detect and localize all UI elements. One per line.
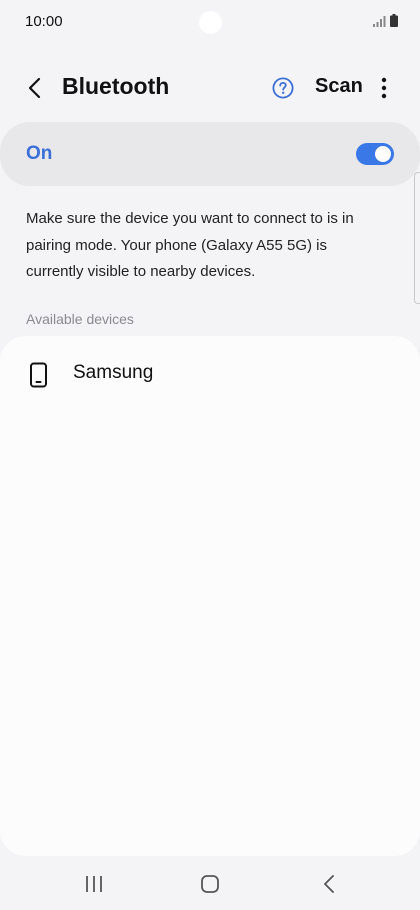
- signal-icon: [373, 16, 386, 27]
- device-name: Samsung: [73, 362, 154, 383]
- recent-apps-button[interactable]: [74, 870, 114, 898]
- more-options-icon: [381, 77, 387, 99]
- back-arrow-icon: [28, 77, 41, 99]
- available-devices-header: Available devices: [26, 311, 134, 327]
- navigation-bar: [0, 856, 420, 910]
- switch-knob: [375, 146, 391, 162]
- more-options-button[interactable]: [374, 74, 394, 102]
- scrollbar[interactable]: [414, 172, 420, 304]
- help-icon: [272, 77, 294, 99]
- camera-cutout: [199, 11, 222, 34]
- back-button[interactable]: [20, 74, 48, 102]
- pairing-info-text: Make sure the device you want to connect…: [26, 210, 354, 280]
- status-time: 10:00: [25, 13, 63, 30]
- status-bar: 10:00: [0, 0, 420, 44]
- device-item-samsung[interactable]: Samsung: [0, 346, 420, 402]
- nav-back-icon: [324, 875, 334, 893]
- recent-apps-icon: [86, 876, 102, 892]
- nav-back-button[interactable]: [309, 870, 349, 898]
- bluetooth-switch[interactable]: [356, 143, 394, 165]
- help-button[interactable]: [272, 77, 294, 99]
- home-button[interactable]: [190, 870, 230, 898]
- bluetooth-toggle-card[interactable]: On: [0, 122, 420, 186]
- available-devices-list: Samsung: [0, 336, 420, 856]
- phone-icon: [30, 362, 47, 388]
- app-bar: Bluetooth Scan: [0, 60, 420, 116]
- toggle-state-label: On: [26, 143, 53, 164]
- page-title: Bluetooth: [62, 73, 170, 99]
- scan-button[interactable]: Scan: [315, 75, 363, 98]
- battery-icon: [390, 14, 398, 27]
- status-icons: [373, 14, 398, 27]
- home-icon: [201, 875, 219, 893]
